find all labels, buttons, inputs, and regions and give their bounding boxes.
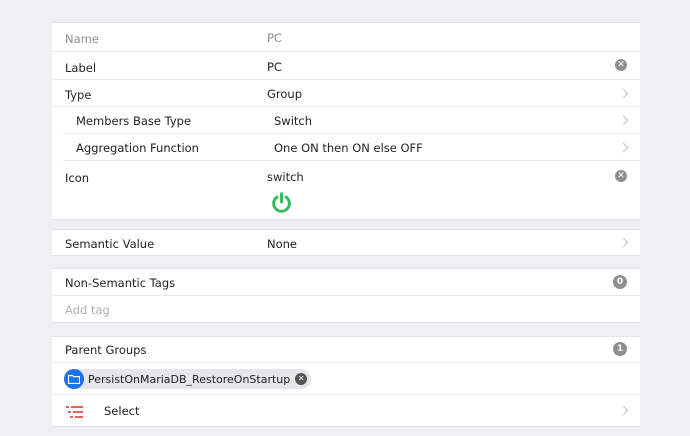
label-label: Label: [65, 61, 97, 75]
type-label: Type: [65, 88, 92, 102]
add-tag-input[interactable]: Add tag: [65, 303, 110, 317]
icon-label: Icon: [65, 171, 90, 185]
select-label: Select: [104, 404, 140, 418]
chevron-right-icon: [618, 405, 629, 416]
parent-groups-chip-row: PersistOnMariaDB_RestoreOnStartup ✕: [52, 363, 640, 395]
name-row: Name PC: [52, 23, 640, 52]
select-parent-group-row[interactable]: Select: [52, 395, 640, 426]
members-base-type-value: Switch: [274, 114, 313, 128]
parent-groups-header-row: Parent Groups 1: [52, 337, 640, 363]
semantic-value-row[interactable]: Semantic Value None: [52, 230, 640, 255]
add-tag-row[interactable]: Add tag: [52, 296, 640, 322]
chevron-right-icon: [618, 88, 629, 99]
power-icon: [272, 192, 291, 213]
label-input[interactable]: PC: [267, 60, 282, 74]
list-icon: [66, 406, 83, 418]
aggregation-function-label: Aggregation Function: [76, 141, 199, 155]
parent-groups-count-badge: 1: [613, 342, 627, 356]
type-row[interactable]: Type Group: [52, 80, 640, 107]
item-properties-card: Name PC Label PC ✕ Type Group Members Ba…: [52, 22, 640, 220]
semantic-value-label: Semantic Value: [65, 237, 155, 251]
icon-row[interactable]: Icon switch ✕: [52, 161, 640, 219]
aggregation-function-row[interactable]: Aggregation Function One ON then ON else…: [63, 134, 640, 161]
members-base-type-row[interactable]: Members Base Type Switch: [63, 107, 640, 134]
chevron-right-icon: [618, 115, 629, 126]
parent-group-chip[interactable]: PersistOnMariaDB_RestoreOnStartup ✕: [64, 369, 312, 389]
chevron-right-icon: [618, 142, 629, 153]
aggregation-function-value: One ON then ON else OFF: [274, 141, 423, 155]
clear-label-icon[interactable]: ✕: [615, 59, 627, 71]
type-value: Group: [267, 87, 303, 101]
semantics-card: Semantic Value None: [52, 229, 640, 256]
parent-groups-label: Parent Groups: [65, 343, 147, 357]
clear-icon-icon[interactable]: ✕: [615, 170, 627, 182]
tags-count-badge: 0: [613, 275, 627, 289]
folder-icon: [64, 369, 84, 389]
parent-groups-card: Parent Groups 1 PersistOnMariaDB_Restore…: [52, 336, 640, 427]
icon-input[interactable]: switch: [267, 170, 304, 184]
name-label: Name: [65, 32, 99, 46]
tags-card: Non-Semantic Tags 0 Add tag: [52, 268, 640, 323]
tags-header-row: Non-Semantic Tags 0: [52, 269, 640, 296]
chevron-right-icon: [618, 237, 629, 248]
tags-label: Non-Semantic Tags: [65, 276, 176, 290]
parent-group-chip-label: PersistOnMariaDB_RestoreOnStartup: [88, 372, 291, 386]
semantic-value: None: [267, 237, 298, 251]
remove-chip-icon[interactable]: ✕: [295, 373, 308, 385]
members-base-type-label: Members Base Type: [76, 114, 192, 128]
label-row[interactable]: Label PC ✕: [52, 52, 640, 80]
name-value: PC: [267, 31, 282, 45]
